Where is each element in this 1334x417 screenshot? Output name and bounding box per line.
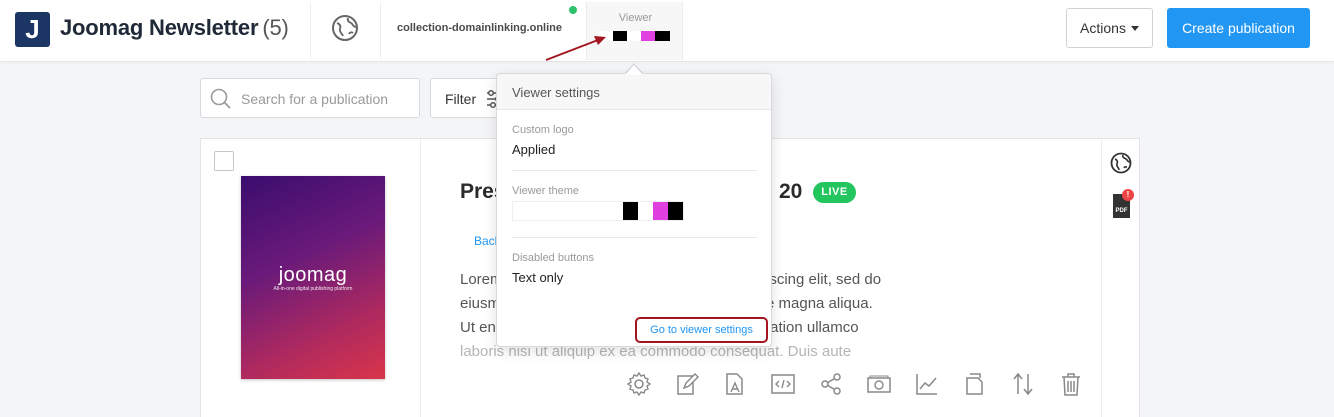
- app-title: Joomag Newsletter (5): [60, 15, 289, 41]
- pdf-notification-badge: !: [1122, 189, 1134, 201]
- svg-text:PDF: PDF: [1116, 208, 1128, 214]
- theme-swatch: [641, 31, 655, 41]
- theme-swatch: [655, 31, 670, 41]
- embed-code-icon[interactable]: [770, 371, 796, 397]
- text-edit-icon[interactable]: [722, 371, 748, 397]
- analytics-chart-icon[interactable]: [914, 371, 940, 397]
- theme-swatch: [627, 31, 641, 41]
- monetize-money-icon[interactable]: [866, 371, 892, 397]
- duplicate-icon[interactable]: [962, 371, 988, 397]
- viewer-label: Viewer: [618, 12, 653, 24]
- theme-swatch: [623, 202, 638, 220]
- cover-tagline: All-in-one digital publishing platform: [273, 286, 353, 292]
- theme-swatch: [638, 202, 653, 220]
- viewer-settings-popover: Viewer settings Custom logo Applied View…: [496, 73, 772, 347]
- live-status-badge: LIVE: [813, 182, 856, 203]
- header-divider: [380, 3, 381, 59]
- description-line: eiusm: [460, 295, 501, 312]
- reorder-arrows-icon[interactable]: [1010, 371, 1036, 397]
- actions-dropdown-button[interactable]: Actions: [1066, 8, 1153, 48]
- publication-count: (5): [262, 15, 289, 40]
- app-title-text: Joomag Newsletter: [60, 15, 259, 40]
- domain-link[interactable]: collection-domainlinking.online: [397, 22, 562, 34]
- select-checkbox[interactable]: [214, 151, 234, 171]
- domain-status-dot: [569, 6, 577, 14]
- create-publication-button[interactable]: Create publication: [1167, 8, 1310, 48]
- filter-label: Filter: [445, 91, 477, 107]
- annotation-arrow-icon: [545, 36, 606, 61]
- search-box[interactable]: [200, 78, 420, 118]
- viewer-theme-preview: [512, 201, 684, 221]
- description-line: e magna aliqua.: [766, 295, 873, 312]
- theme-swatch: [513, 202, 623, 220]
- globe-icon[interactable]: [331, 14, 359, 42]
- disabled-buttons-value: Text only: [512, 270, 564, 285]
- delete-trash-icon[interactable]: [1058, 371, 1084, 397]
- go-to-viewer-settings-link[interactable]: Go to viewer settings: [635, 317, 768, 343]
- share-icon[interactable]: [818, 371, 844, 397]
- publication-cover[interactable]: joomag All-in-one digital publishing pla…: [241, 176, 385, 379]
- app-header: J Joomag Newsletter (5) collection-domain…: [0, 0, 1334, 62]
- settings-gear-icon[interactable]: [626, 371, 652, 397]
- popover-title: Viewer settings: [512, 85, 600, 100]
- description-line: Ut en: [460, 319, 496, 336]
- edit-icon[interactable]: [674, 371, 700, 397]
- joomag-logo[interactable]: J: [15, 12, 50, 47]
- custom-logo-value: Applied: [512, 142, 556, 157]
- divider: [512, 237, 757, 238]
- popover-header: Viewer settings: [497, 74, 771, 110]
- cover-brand: joomag: [278, 264, 348, 286]
- description-line: iscing elit, sed do: [766, 271, 882, 288]
- theme-swatch: [653, 202, 668, 220]
- theme-swatch: [668, 202, 683, 220]
- actions-label: Actions: [1080, 20, 1126, 36]
- popover-arrow-inner: [625, 65, 643, 75]
- caret-down-icon: [1130, 25, 1139, 31]
- search-icon: [210, 88, 231, 109]
- disabled-buttons-label: Disabled buttons: [512, 252, 594, 264]
- viewer-theme-label: Viewer theme: [512, 185, 580, 197]
- publication-title-end: 20: [779, 180, 803, 203]
- description-line: tation ullamco: [766, 319, 859, 336]
- globe-icon[interactable]: [1110, 152, 1132, 174]
- cover-column: joomag All-in-one digital publishing pla…: [201, 139, 421, 417]
- publication-action-bar: [626, 371, 1084, 397]
- side-actions: PDF !: [1101, 139, 1141, 417]
- custom-logo-label: Custom logo: [512, 124, 574, 136]
- divider: [512, 170, 757, 171]
- header-divider: [310, 3, 311, 59]
- search-input[interactable]: [241, 88, 411, 110]
